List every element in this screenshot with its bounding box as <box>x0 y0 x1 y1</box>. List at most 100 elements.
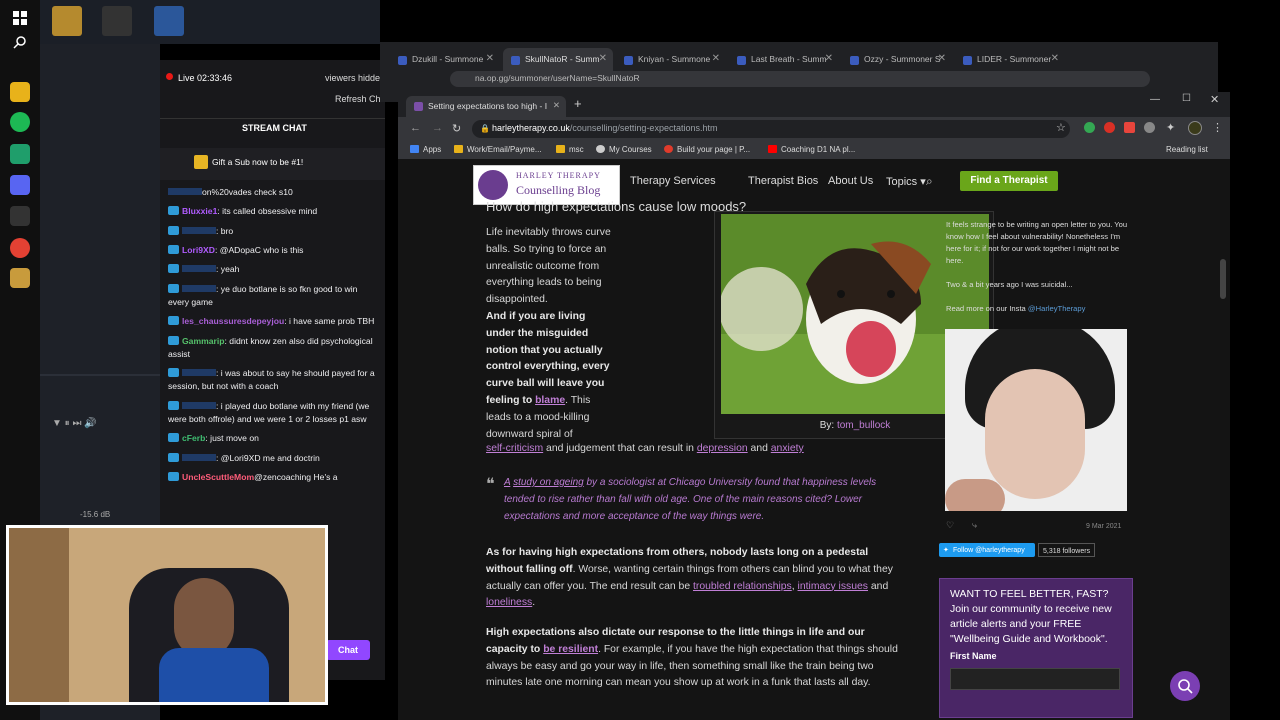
logo-emblem-icon <box>478 170 508 200</box>
chat-username[interactable] <box>182 265 216 273</box>
close-tab-icon[interactable]: ✕ <box>599 53 607 64</box>
sticky-notes-icon[interactable] <box>10 82 30 102</box>
insta-handle-link[interactable]: @HarleyTherapy <box>1028 304 1086 313</box>
link-self-criticism[interactable]: self-criticism <box>486 443 543 454</box>
chat-username[interactable]: Gammarip <box>182 336 225 346</box>
active-tab[interactable]: Setting expectations too high - I ✕ <box>406 96 566 117</box>
bookmark-my-courses[interactable]: My Courses <box>596 145 652 154</box>
link-troubled-relationships[interactable]: troubled relationships <box>693 581 792 592</box>
quote-link-study[interactable]: study on ageing <box>513 477 584 488</box>
forward-button[interactable]: → <box>432 122 443 134</box>
close-tab-icon[interactable]: ✕ <box>486 53 494 64</box>
windows-start-icon[interactable] <box>10 8 30 28</box>
minimize-button[interactable]: — <box>1150 94 1160 105</box>
find-therapist-button[interactable]: Find a Therapist <box>960 171 1058 191</box>
link-depression[interactable]: depression <box>697 443 748 454</box>
close-tab-icon[interactable]: ✕ <box>553 100 560 111</box>
reload-button[interactable]: ↻ <box>452 122 461 135</box>
league-of-legends-icon[interactable] <box>52 6 82 36</box>
chat-message: : i played duo botlane with my friend (w… <box>168 400 380 427</box>
link-blame[interactable]: blame <box>535 395 565 406</box>
nav-topics[interactable]: Topics ▾ <box>886 175 926 188</box>
chat-username[interactable]: cFerb <box>182 433 205 443</box>
badge-icon <box>168 283 179 293</box>
close-tab-icon[interactable]: ✕ <box>938 53 946 64</box>
league-client-icon[interactable] <box>10 268 30 288</box>
menu-kebab-icon[interactable]: ⋮ <box>1212 121 1223 134</box>
chat-username[interactable]: Lori9XD <box>182 245 215 255</box>
chat-username[interactable] <box>182 453 216 461</box>
chat-username[interactable] <box>182 226 216 234</box>
extension-icon[interactable] <box>1144 122 1155 133</box>
sub-banner[interactable]: Gift a Sub now to be #1! <box>160 148 385 180</box>
close-window-button[interactable]: ✕ <box>1210 93 1219 106</box>
bookmark-work[interactable]: Work/Email/Payme... <box>454 145 542 154</box>
chat-username[interactable] <box>182 369 216 377</box>
link-anxiety[interactable]: anxiety <box>771 443 804 454</box>
profile-avatar[interactable] <box>1188 121 1202 135</box>
puzzle-extensions-icon[interactable]: ✦ <box>1166 121 1175 134</box>
viewers-hidden[interactable]: viewers hidde <box>325 73 380 83</box>
refresh-chat[interactable]: Refresh Ch <box>335 94 381 104</box>
url-bar[interactable]: 🔒 harleytherapy.co.uk/counselling/settin… <box>472 120 1070 138</box>
chat-username[interactable]: les_chaussuresdepeyjou <box>182 316 284 326</box>
bookmark-build-page[interactable]: Build your page | P... <box>664 145 750 154</box>
link-intimacy-issues[interactable]: intimacy issues <box>798 581 868 592</box>
chat-username[interactable] <box>182 401 216 409</box>
extension-icon[interactable] <box>1124 122 1135 133</box>
bookmark-apps[interactable]: Apps <box>410 145 441 154</box>
reading-list[interactable]: Reading list <box>1166 145 1208 154</box>
paragraph-3: As for having high expectations from oth… <box>486 547 893 609</box>
close-tab-icon[interactable]: ✕ <box>825 53 833 64</box>
maximize-button[interactable]: ☐ <box>1182 93 1191 104</box>
chat-log: on%20vades check s10 Bluxxie1: its called… <box>168 186 380 526</box>
word-icon[interactable] <box>154 6 184 36</box>
live-time: 02:33:46 <box>197 73 233 83</box>
extension-icon[interactable] <box>1104 122 1115 133</box>
share-icon[interactable]: ⤷ <box>972 519 977 531</box>
discord-icon[interactable] <box>10 175 30 195</box>
chat-username[interactable]: Bluxxie1 <box>182 206 217 216</box>
logo-line1: HARLEY THERAPY <box>516 171 601 180</box>
search-fab-button[interactable] <box>1170 671 1200 701</box>
close-tab-icon[interactable]: ✕ <box>712 53 720 64</box>
grammarly-icon[interactable] <box>1084 122 1095 133</box>
media-controls[interactable]: ▼ ⏸ ⏭ 🔊 <box>52 418 97 429</box>
close-tab-icon[interactable]: ✕ <box>1051 53 1059 64</box>
chrome-icon[interactable] <box>10 238 30 258</box>
like-icon[interactable]: ♡ <box>946 519 954 531</box>
chat-username[interactable] <box>182 284 216 292</box>
back-button[interactable]: ← <box>410 122 421 134</box>
site-search-icon[interactable]: ⌕ <box>926 174 933 189</box>
insta-portrait-image[interactable] <box>945 329 1127 511</box>
search-icon[interactable] <box>10 32 30 52</box>
bookmark-star-icon[interactable]: ☆ <box>1056 121 1066 134</box>
xbox-app-icon[interactable] <box>10 144 30 164</box>
link-loneliness[interactable]: loneliness <box>486 597 532 608</box>
nav-therapy-services[interactable]: Therapy Services <box>630 175 716 187</box>
chat-message: Bluxxie1: its called obsessive mind <box>168 205 380 218</box>
chat-send-button[interactable]: Chat <box>326 640 370 660</box>
bookmark-msc[interactable]: msc <box>556 145 584 154</box>
tab-title: SkullNatoR - Summ <box>525 54 600 64</box>
photo-credit-link[interactable]: tom_bullock <box>837 420 890 431</box>
quote-link-a[interactable]: A <box>504 477 510 488</box>
nav-therapist-bios[interactable]: Therapist Bios <box>748 175 818 187</box>
desktop-app-icon[interactable] <box>102 6 132 36</box>
nav-about-us[interactable]: About Us <box>828 175 873 187</box>
bookmark-coaching[interactable]: Coaching D1 NA pl... <box>768 145 855 154</box>
badge-icon <box>168 433 179 443</box>
obs-icon[interactable] <box>10 206 30 226</box>
page-scrollbar[interactable] <box>1220 259 1226 299</box>
twitter-follow-button[interactable]: ✦ Follow @harleytherapy <box>939 543 1035 557</box>
chat-text: : just move on <box>205 433 259 444</box>
first-name-input[interactable] <box>950 668 1120 690</box>
chat-username[interactable] <box>168 188 202 195</box>
webcam-overlay <box>6 525 328 705</box>
chat-username[interactable]: UncleScuttleMom <box>182 472 254 482</box>
chat-text: : its called obsessive mind <box>217 206 318 217</box>
new-tab-button[interactable]: + <box>574 96 582 111</box>
spotify-icon[interactable] <box>10 112 30 132</box>
back-url-bar[interactable]: na.op.gg/summoner/userName=SkullNatoR <box>450 71 1150 87</box>
link-be-resilient[interactable]: be resilient <box>543 644 598 655</box>
